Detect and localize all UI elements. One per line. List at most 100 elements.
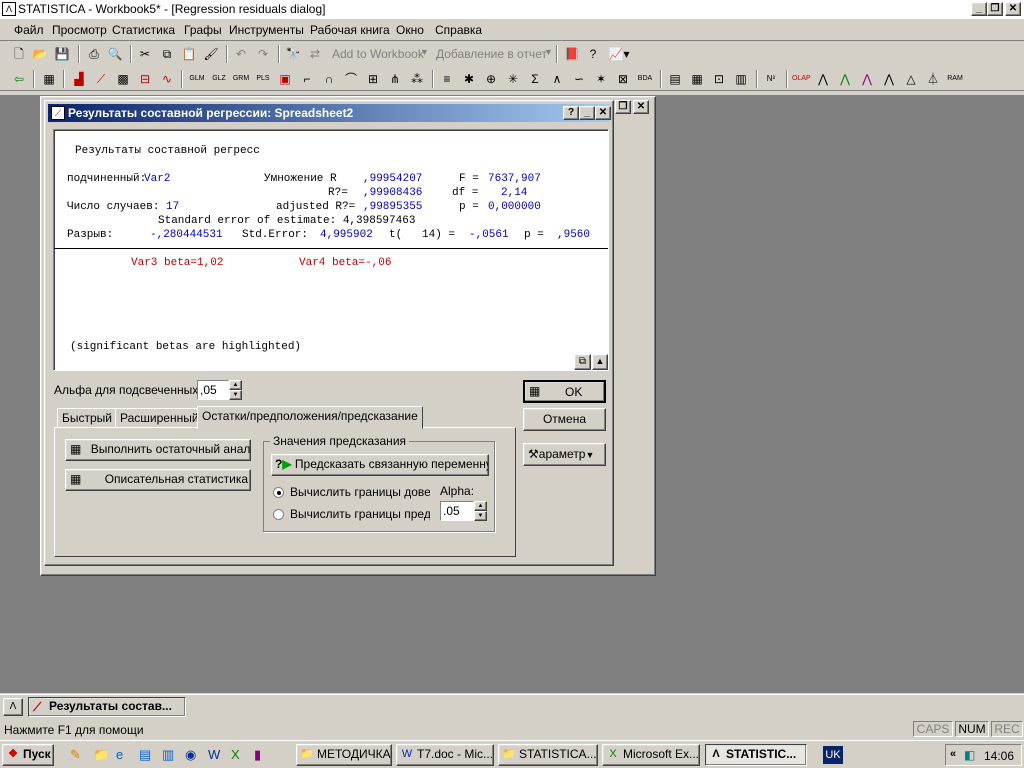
alpha-spin-down[interactable]: ▼ xyxy=(229,390,242,400)
descriptive-stats-button[interactable]: ▦ Описательная статистика xyxy=(65,469,251,491)
scatter-icon[interactable]: ⟋ xyxy=(92,70,110,88)
burst-icon[interactable]: ✳ xyxy=(504,70,522,88)
task-metodichka[interactable]: 📁 МЕТОДИЧКА xyxy=(296,744,392,766)
back-arrow-icon[interactable]: ⇦ xyxy=(10,70,28,88)
multivariate-icon[interactable]: ▣ xyxy=(276,70,294,88)
nonlinear-icon[interactable]: ⌒ xyxy=(342,70,360,88)
tray-expand-icon[interactable]: « xyxy=(950,748,956,760)
menu-tools[interactable]: Инструменты xyxy=(229,23,304,37)
tab-quick[interactable]: Быстрый xyxy=(57,408,117,429)
print-preview-icon[interactable]: 🔍 xyxy=(106,45,124,63)
replace-icon[interactable]: ⇄ xyxy=(306,45,324,63)
quicklaunch-4-icon[interactable]: ▥ xyxy=(162,747,174,763)
new-icon[interactable]: 🗋 xyxy=(10,45,28,63)
alpha2-spin-up[interactable]: ▲ xyxy=(474,501,487,511)
menu-graphs[interactable]: Графы xyxy=(184,23,222,37)
tab-residuals[interactable]: Остатки/предположения/предсказание xyxy=(197,406,423,429)
target-icon[interactable]: ⊕ xyxy=(482,70,500,88)
tree-icon[interactable]: ⋔ xyxy=(386,70,404,88)
save-icon[interactable]: 💾 xyxy=(53,45,71,63)
mining-tree-icon[interactable]: ⋀ xyxy=(814,70,832,88)
copy-icon[interactable]: ⧉ xyxy=(158,45,176,63)
menu-help[interactable]: Справка xyxy=(435,23,482,37)
glz-icon[interactable]: GLZ xyxy=(210,70,228,88)
window-icon[interactable]: ▥ xyxy=(732,70,750,88)
mining-2-icon[interactable]: ⋀ xyxy=(836,70,854,88)
menu-workbook[interactable]: Рабочая книга xyxy=(310,23,390,37)
task-statistica-folder[interactable]: 📁 STATISTICA... xyxy=(498,744,598,766)
nw-icon[interactable]: N² xyxy=(762,70,780,88)
quicklaunch-word-icon[interactable]: W xyxy=(208,747,220,762)
add-to-report-button[interactable]: Добавление в отчет xyxy=(436,47,547,61)
menu-window[interactable]: Окно xyxy=(396,23,424,37)
prediction-radio[interactable] xyxy=(273,509,284,520)
matrix-icon[interactable]: ▩ xyxy=(114,70,132,88)
dialog-minimize-button[interactable]: _ xyxy=(579,106,595,120)
alpha2-input[interactable] xyxy=(440,501,474,521)
task-excel[interactable]: X Microsoft Ex... xyxy=(602,744,700,766)
bg-close-button[interactable]: ✕ xyxy=(633,100,649,114)
add-to-report-dropdown-icon[interactable]: ▼ xyxy=(544,47,553,57)
histogram-icon[interactable]: ▟ xyxy=(70,70,88,88)
quicklaunch-ie-icon[interactable]: e xyxy=(116,747,123,762)
quicklaunch-1-icon[interactable]: ✎ xyxy=(70,747,81,763)
task-word-doc[interactable]: W T7.doc - Mic... xyxy=(396,744,494,766)
quicklaunch-excel-icon[interactable]: X xyxy=(231,747,240,762)
options-button[interactable]: ⚒араметр▼ xyxy=(523,443,606,466)
task-statistica[interactable]: Λ STATISTIC... xyxy=(705,744,807,766)
residual-analysis-button[interactable]: ▦ Выполнить остаточный анали xyxy=(65,439,251,461)
graph-dropdown-icon[interactable]: 📈▾ xyxy=(606,45,632,63)
wave-icon[interactable]: ∧ xyxy=(548,70,566,88)
cancel-button[interactable]: Отмена xyxy=(523,408,606,431)
grid-icon[interactable]: ⊠ xyxy=(614,70,632,88)
tab-advanced[interactable]: Расширенный xyxy=(115,408,204,429)
quicklaunch-winrar-icon[interactable]: ▮ xyxy=(254,747,261,763)
book-icon[interactable]: 📕 xyxy=(563,45,581,63)
spark-icon[interactable]: ✶ xyxy=(592,70,610,88)
sigma-icon[interactable]: Σ xyxy=(526,70,544,88)
language-indicator[interactable]: UK xyxy=(823,746,843,764)
format-painter-icon[interactable]: 🖌 xyxy=(202,45,220,63)
context-help-icon[interactable]: ? xyxy=(584,45,602,63)
cut-icon[interactable]: ✂ xyxy=(136,45,154,63)
quicklaunch-media-icon[interactable]: ◉ xyxy=(185,747,196,763)
copy-report-button[interactable]: ⧉ xyxy=(574,354,591,370)
network-icon[interactable]: ⁂ xyxy=(408,70,426,88)
boxplot-icon[interactable]: ⊟ xyxy=(136,70,154,88)
grm-icon[interactable]: GRM xyxy=(232,70,250,88)
add-to-workbook-dropdown-icon[interactable]: ▼ xyxy=(420,47,429,57)
olap-icon[interactable]: OLAP xyxy=(792,70,811,88)
confidence-radio[interactable] xyxy=(273,487,284,498)
mining-6-icon[interactable]: ⏃ xyxy=(924,70,942,88)
menu-view[interactable]: Просмотр xyxy=(52,23,107,37)
predict-dependent-button[interactable]: ?▶ Предсказать связанную переменну xyxy=(271,454,489,476)
open-icon[interactable]: 📂 xyxy=(31,45,49,63)
dialog-close-button[interactable]: ✕ xyxy=(595,106,611,120)
bda-icon[interactable]: BDA xyxy=(636,70,654,88)
print-icon[interactable]: ⎙ xyxy=(85,45,103,63)
star-icon[interactable]: ✱ xyxy=(460,70,478,88)
survival-icon[interactable]: ⌐ xyxy=(298,70,316,88)
tray-app-icon[interactable]: ◧ xyxy=(964,748,975,762)
curve-icon[interactable]: ∩ xyxy=(320,70,338,88)
start-button[interactable]: ❖ Пуск xyxy=(2,744,54,766)
add-to-workbook-button[interactable]: Add to Workbook xyxy=(332,47,424,61)
mining-5-icon[interactable]: △ xyxy=(902,70,920,88)
find-icon[interactable]: 🔭 xyxy=(284,45,302,63)
stats-browser-icon[interactable]: ▦ xyxy=(40,70,58,88)
cross-table-icon[interactable]: ▦ xyxy=(688,70,706,88)
dialog-help-button[interactable]: ? xyxy=(563,106,579,120)
redo-icon[interactable]: ↷ xyxy=(254,45,272,63)
menu-statistics[interactable]: Статистика xyxy=(112,23,175,37)
undo-icon[interactable]: ↶ xyxy=(232,45,250,63)
mining-3-icon[interactable]: ⋀ xyxy=(858,70,876,88)
line-graph-icon[interactable]: ∿ xyxy=(158,70,176,88)
chart-lines-icon[interactable]: ∽ xyxy=(570,70,588,88)
table-icon[interactable]: ▤ xyxy=(666,70,684,88)
mdi-window-button[interactable]: ⟋ Результаты состав... xyxy=(28,697,186,717)
glm-icon[interactable]: GLM xyxy=(188,70,206,88)
mining-4-icon[interactable]: ⋀ xyxy=(880,70,898,88)
regression-icon[interactable]: ≡ xyxy=(438,70,456,88)
paste-icon[interactable]: 📋 xyxy=(180,45,198,63)
ok-button[interactable]: ▦ OK xyxy=(523,380,606,403)
